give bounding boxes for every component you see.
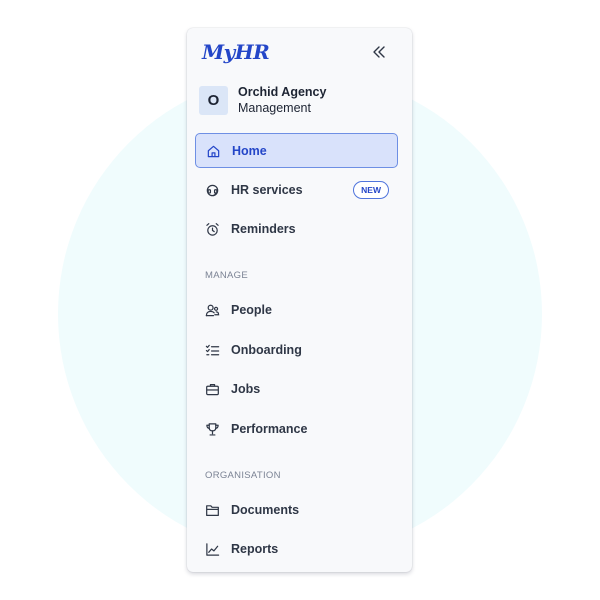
support-headset-icon <box>206 184 219 197</box>
nav-item-reminders[interactable]: Reminders <box>195 212 398 247</box>
nav-item-hr-services[interactable]: HR services NEW <box>195 173 398 208</box>
collapse-sidebar-button[interactable] <box>369 42 389 62</box>
nav-item-home[interactable]: Home <box>195 133 398 168</box>
nav-label-home: Home <box>232 144 267 158</box>
nav-item-people[interactable]: People <box>195 293 398 328</box>
app-logo[interactable]: MyHR <box>202 40 270 64</box>
section-heading-manage: MANAGE <box>205 270 248 281</box>
section-heading-organisation: ORGANISATION <box>205 470 281 481</box>
home-icon <box>207 145 220 158</box>
organisation-switcher[interactable]: O Orchid Agency Management <box>199 83 399 117</box>
double-chevron-left-icon <box>373 46 385 58</box>
new-badge: NEW <box>353 181 389 199</box>
org-avatar: O <box>199 86 228 115</box>
nav-item-performance[interactable]: Performance <box>195 412 398 447</box>
nav-item-onboarding[interactable]: Onboarding <box>195 333 398 368</box>
nav-label-people: People <box>231 303 272 317</box>
nav-label-documents: Documents <box>231 503 300 517</box>
folder-icon <box>206 505 219 516</box>
nav-item-documents[interactable]: Documents <box>195 493 398 528</box>
trophy-icon <box>206 423 219 436</box>
nav-item-jobs[interactable]: Jobs <box>195 372 398 407</box>
nav-label-performance: Performance <box>231 422 308 436</box>
nav-label-onboarding: Onboarding <box>231 343 302 357</box>
people-icon <box>205 304 220 317</box>
briefcase-icon <box>206 384 219 396</box>
nav-label-reminders: Reminders <box>231 222 296 236</box>
org-role: Management <box>238 101 311 115</box>
alarm-clock-icon <box>206 223 219 236</box>
org-name: Orchid Agency <box>238 85 327 99</box>
nav-label-reports: Reports <box>231 542 279 556</box>
nav-label-hr-services: HR services <box>231 183 303 197</box>
sidebar-panel: MyHR O Orchid Agency Management Home HR … <box>187 28 412 572</box>
checklist-icon <box>205 344 220 356</box>
nav-label-jobs: Jobs <box>231 382 261 396</box>
nav-item-reports[interactable]: Reports <box>195 532 398 567</box>
line-chart-icon <box>206 543 220 556</box>
